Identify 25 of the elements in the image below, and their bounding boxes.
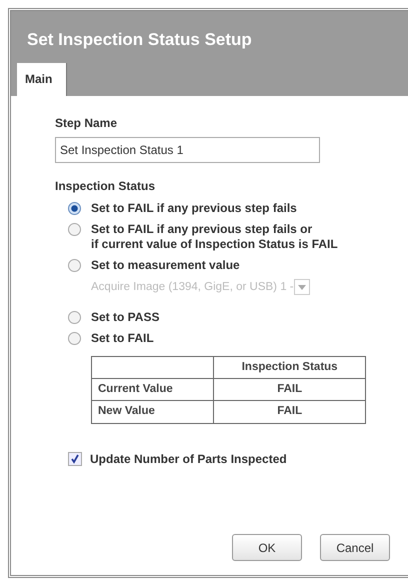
table-cell: New Value: [92, 400, 214, 423]
radio-button[interactable]: [68, 222, 81, 236]
table-cell: FAIL: [214, 378, 366, 401]
column-header: Inspection Status: [214, 356, 366, 378]
window-title: Set Inspection Status Setup: [26, 29, 252, 51]
checkbox[interactable]: [68, 452, 82, 466]
cancel-button[interactable]: Cancel: [320, 534, 390, 561]
caret-icon: [298, 284, 306, 290]
table-cell: FAIL: [214, 400, 366, 423]
radio-label[interactable]: Set to measurement value: [91, 258, 240, 272]
radio-label[interactable]: Set to FAIL if any previous step fails: [91, 200, 297, 216]
field-label: Step Name: [55, 114, 118, 132]
radio-label[interactable]: Set to PASS: [91, 310, 160, 325]
table-cell: Current Value: [92, 378, 214, 401]
radio-button[interactable]: [68, 202, 81, 214]
radio-label[interactable]: Set to FAIL: [91, 330, 154, 346]
checkbox-label[interactable]: Update Number of Parts Inspected: [90, 450, 287, 468]
radio-button[interactable]: [68, 310, 81, 324]
section-label: Inspection Status: [55, 178, 156, 194]
radio-button[interactable]: [68, 258, 81, 272]
step-name-field[interactable]: Set Inspection Status 1: [55, 136, 320, 162]
tab[interactable]: Main: [17, 62, 68, 96]
radio-button[interactable]: [68, 332, 81, 345]
ok-button[interactable]: OK: [232, 534, 302, 561]
radio-label[interactable]: Set to FAIL if any previous step fails or if current value of Inspection Status is FAIL: [91, 222, 338, 252]
